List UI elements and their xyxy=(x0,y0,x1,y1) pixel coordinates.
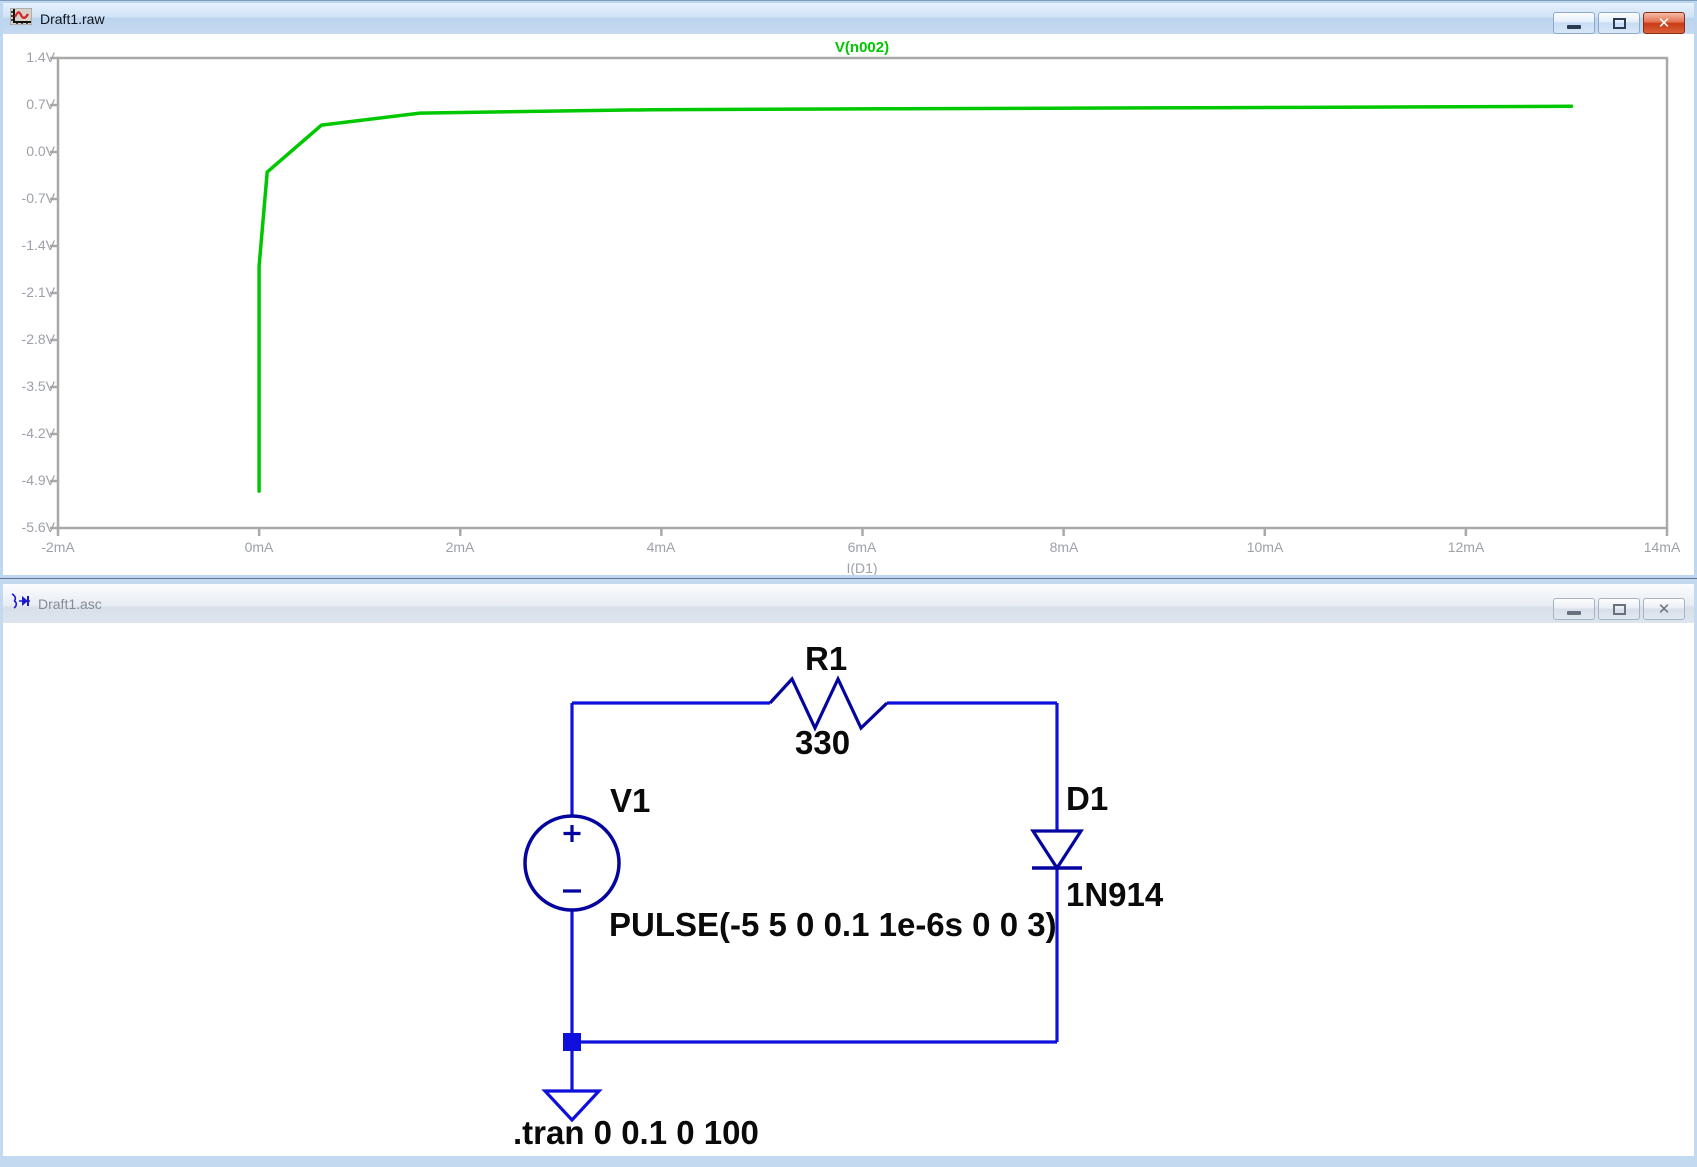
schematic-window-titlebar[interactable]: Draft1.asc ✕ xyxy=(3,584,1694,623)
diode-designator-label[interactable]: D1 xyxy=(1066,781,1108,817)
close-button[interactable]: ✕ xyxy=(1643,598,1685,620)
spice-directive-text[interactable]: .tran 0 0.1 0 100 xyxy=(513,1115,759,1151)
x-tick-label: 2mA xyxy=(425,539,495,555)
source-designator-label[interactable]: V1 xyxy=(610,783,650,819)
maximize-icon xyxy=(1613,18,1626,29)
y-tick-label: -3.5V xyxy=(5,378,55,394)
y-tick-label: -0.7V xyxy=(5,190,55,206)
y-tick-label: 0.0V xyxy=(5,143,55,159)
close-icon: ✕ xyxy=(1658,16,1671,31)
plot-pane[interactable]: V(n002) 1.4V 0.7V 0.0V -0.7V -1.4V -2.1V… xyxy=(3,34,1694,575)
x-tick-label: 12mA xyxy=(1431,539,1501,555)
diode-value-label[interactable]: 1N914 xyxy=(1066,877,1163,913)
y-tick-label: -2.1V xyxy=(5,284,55,300)
plot-window: Draft1.raw ✕ V(n002) 1.4V 0.7V 0.0V -0.7… xyxy=(0,0,1697,578)
resistor-value-label[interactable]: 330 xyxy=(795,725,850,761)
source-value-label[interactable]: PULSE(-5 5 0 0.1 1e-6s 0 0 3) xyxy=(609,907,1057,943)
diode-symbol[interactable] xyxy=(1033,831,1081,868)
y-tick-label: 1.4V xyxy=(5,49,55,65)
minimize-icon xyxy=(1567,611,1581,615)
x-tick-label: 10mA xyxy=(1230,539,1300,555)
resistor-designator-label[interactable]: R1 xyxy=(805,641,847,677)
x-tick-label: 4mA xyxy=(626,539,696,555)
y-tick-label: -4.2V xyxy=(5,425,55,441)
x-tick-label: 14mA xyxy=(1627,539,1694,555)
schematic-window-title: Draft1.asc xyxy=(38,596,102,612)
maximize-button[interactable] xyxy=(1598,598,1640,620)
trace-title: V(n002) xyxy=(762,39,962,56)
minimize-icon xyxy=(1567,25,1581,29)
x-tick-label: -2mA xyxy=(23,539,93,555)
minimize-button[interactable] xyxy=(1553,598,1595,620)
x-axis-label: I(D1) xyxy=(812,560,912,575)
maximize-icon xyxy=(1613,604,1626,615)
plot-window-title: Draft1.raw xyxy=(40,11,105,27)
close-icon: ✕ xyxy=(1658,602,1671,617)
maximize-button[interactable] xyxy=(1598,12,1640,34)
resistor-symbol[interactable] xyxy=(770,679,887,728)
waveform-file-icon[interactable] xyxy=(10,8,32,30)
plot-window-titlebar[interactable]: Draft1.raw ✕ xyxy=(3,3,1694,34)
x-tick-label: 0mA xyxy=(224,539,294,555)
x-tick-label: 6mA xyxy=(827,539,897,555)
schematic-svg[interactable] xyxy=(3,623,1694,1156)
x-tick-label: 8mA xyxy=(1029,539,1099,555)
y-tick-label: -2.8V xyxy=(5,331,55,347)
schematic-canvas[interactable]: R1 330 V1 PULSE(-5 5 0 0.1 1e-6s 0 0 3) … xyxy=(3,623,1694,1156)
schematic-window: Draft1.asc ✕ R1 330 V1 PULSE(-5 5 0 0. xyxy=(0,578,1697,1167)
y-tick-label: -1.4V xyxy=(5,237,55,253)
y-tick-label: -5.6V xyxy=(5,519,55,535)
close-button[interactable]: ✕ xyxy=(1643,12,1685,34)
y-tick-label: -4.9V xyxy=(5,472,55,488)
ground-node-square[interactable] xyxy=(563,1033,581,1051)
schematic-file-icon[interactable] xyxy=(10,592,30,615)
minimize-button[interactable] xyxy=(1553,12,1595,34)
y-tick-label: 0.7V xyxy=(5,96,55,112)
plot-svg[interactable] xyxy=(3,34,1694,575)
